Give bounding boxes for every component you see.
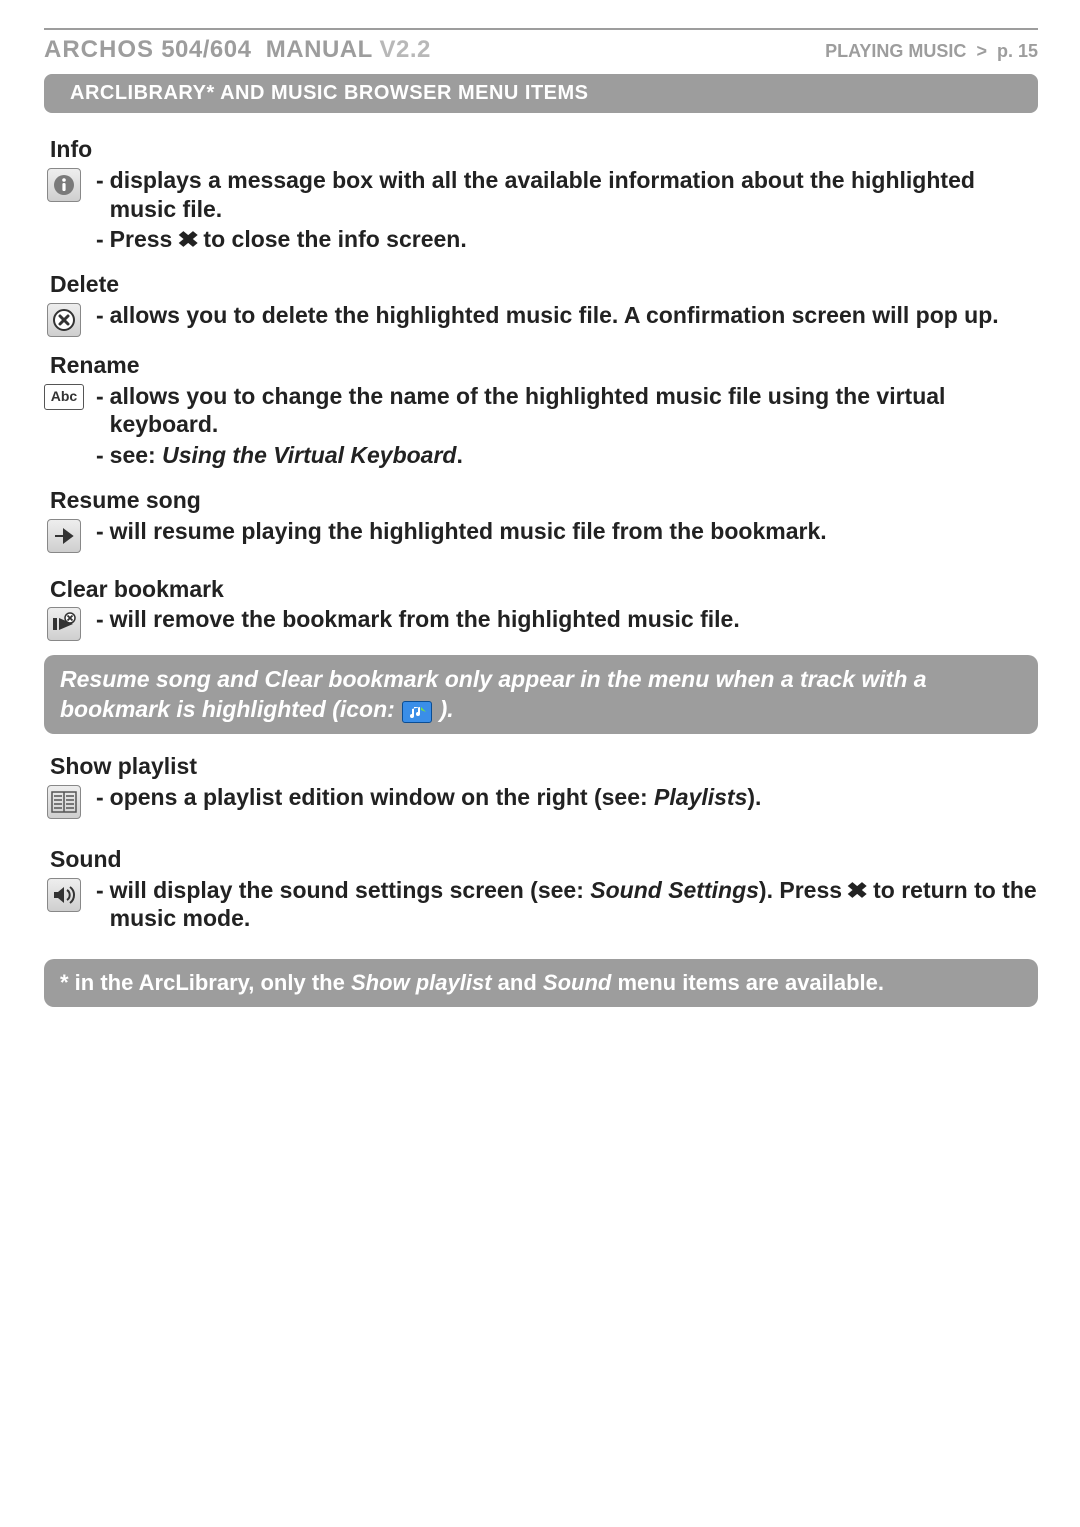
x-icon: ✖	[847, 877, 869, 904]
clear-bookmark-icon	[44, 605, 84, 641]
rename-b2c: .	[456, 442, 462, 468]
item-title: Info	[50, 135, 1038, 164]
item-sound: Sound - will display the sound settings …	[44, 845, 1038, 935]
crumb-page: p. 15	[997, 41, 1038, 61]
manual-page: ARCHOS 504/604 MANUAL V2.2 PLAYING MUSIC…	[0, 0, 1080, 1527]
x-icon: ✖	[177, 226, 199, 253]
item-title: Show playlist	[50, 752, 1038, 781]
note-arclibrary: * in the ArcLibrary, only the Show playl…	[44, 959, 1038, 1007]
sound-b1c: ). Press	[759, 877, 849, 903]
show-b1a: opens a playlist edition window on the r…	[110, 784, 654, 810]
item-resume: Resume song - will resume playing the hi…	[44, 486, 1038, 553]
section-title-bar: ARCLIBRARY* AND MUSIC BROWSER MENU ITEMS	[44, 74, 1038, 113]
item-title: Sound	[50, 845, 1038, 874]
rename-b2a: see:	[110, 442, 162, 468]
item-show-playlist: Show playlist	[44, 752, 1038, 819]
bookmark-music-icon	[402, 701, 432, 723]
breadcrumb: PLAYING MUSIC > p. 15	[825, 41, 1038, 62]
crumb-section: PLAYING MUSIC	[825, 41, 966, 61]
sound-icon	[44, 876, 84, 912]
show-b1b: Playlists	[654, 784, 747, 810]
item-title: Resume song	[50, 486, 1038, 515]
playlist-icon	[44, 783, 84, 819]
info-b2b: to close the info screen.	[197, 226, 467, 252]
item-info: Info - displays a message box with all t…	[44, 135, 1038, 256]
brand: ARCHOS	[44, 36, 154, 63]
note2b: Show playlist	[351, 970, 492, 995]
rename-b1: allows you to change the name of the hig…	[110, 382, 1038, 440]
clear-b1: will remove the bookmark from the highli…	[110, 605, 1038, 634]
info-b1a: displays a message box with all the avai…	[110, 167, 948, 193]
crumb-sep: >	[976, 41, 987, 61]
resume-icon	[44, 517, 84, 553]
item-title: Clear bookmark	[50, 575, 1038, 604]
resume-b1: will resume playing the highlighted musi…	[110, 517, 1038, 546]
rename-b2b: Using the Virtual Keyboard	[162, 442, 456, 468]
info-b2a: Press	[110, 226, 179, 252]
content: Info - displays a message box with all t…	[44, 135, 1038, 1007]
section-title: ARCLIBRARY* AND MUSIC BROWSER MENU ITEMS	[70, 82, 589, 104]
note2e: menu items are available.	[611, 970, 884, 995]
model: 504/604	[161, 36, 251, 63]
item-delete: Delete - allows you to delete the highli…	[44, 270, 1038, 337]
info-icon	[44, 166, 84, 202]
note2a: * in the ArcLibrary, only the	[60, 970, 351, 995]
show-b1c: ).	[747, 784, 761, 810]
note2d: Sound	[543, 970, 611, 995]
manual-label: MANUAL	[266, 36, 373, 63]
delete-icon	[44, 301, 84, 337]
header-left: ARCHOS 504/604 MANUAL V2.2	[44, 36, 431, 64]
sound-b1b: Sound Settings	[590, 877, 759, 903]
sound-b1a: will display the sound settings screen (…	[110, 877, 591, 903]
note-resume-clear: Resume song and Clear bookmark only appe…	[44, 655, 1038, 734]
item-rename: Rename Abc - allows you to change the na…	[44, 351, 1038, 472]
delete-b1: allows you to delete the highlighted mus…	[110, 301, 1038, 330]
page-header: ARCHOS 504/604 MANUAL V2.2 PLAYING MUSIC…	[44, 36, 1038, 64]
item-title: Delete	[50, 270, 1038, 299]
note2c: and	[492, 970, 543, 995]
version: V2.2	[380, 36, 431, 63]
item-title: Rename	[50, 351, 1038, 380]
item-clear-bookmark: Clear bookmark - will remove the bookmar…	[44, 575, 1038, 642]
note1b: ).	[440, 696, 454, 722]
rename-icon: Abc	[44, 382, 84, 410]
note1a: Resume song and Clear bookmark only appe…	[60, 666, 927, 721]
top-rule	[44, 28, 1038, 30]
